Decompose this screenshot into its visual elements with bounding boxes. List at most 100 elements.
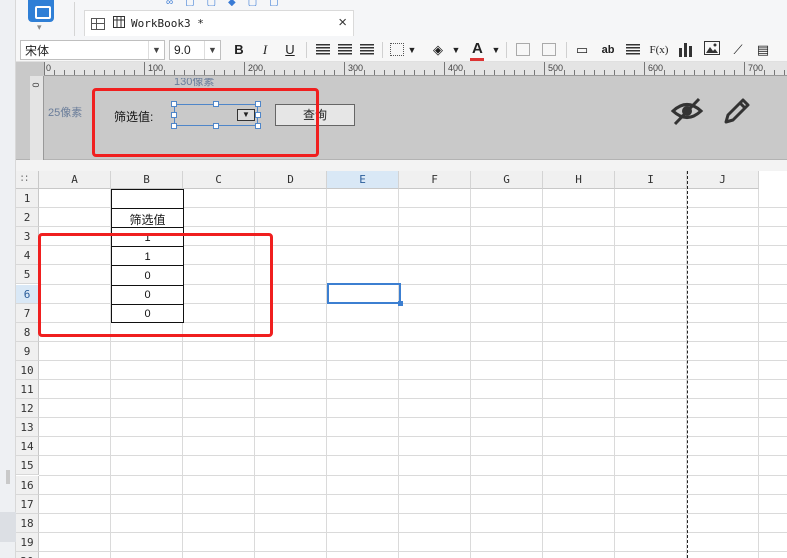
grid-row-line [39,531,787,533]
merge-cells-icon[interactable] [516,43,530,56]
splitter-handle[interactable] [6,470,10,484]
chevron-down-icon[interactable]: ▼ [491,41,501,59]
row-header-7[interactable]: 7 [16,303,39,323]
column-header-h[interactable]: H [543,171,615,189]
row-header-15[interactable]: 15 [16,456,39,476]
select-all-corner[interactable] [16,171,39,189]
chart-icon[interactable] [679,43,693,57]
row-header-12[interactable]: 12 [16,399,39,419]
border-icon[interactable] [390,43,404,56]
row-header-2[interactable]: 2 [16,208,39,228]
divider [382,42,383,58]
spreadsheet-grid[interactable]: ABCDEFGHIJ 12345678910111213141516171819… [16,171,787,558]
column-header-c[interactable]: C [183,171,255,189]
ruler-tick [494,70,495,75]
slash-icon[interactable]: ⟋ [730,41,746,59]
side-panel-tab[interactable] [0,512,16,542]
app-icon[interactable] [28,0,54,22]
workbook-icon [113,16,125,31]
row-header-14[interactable]: 14 [16,437,39,457]
ruler-tick [84,70,85,75]
ruler-tick [414,70,415,75]
ruler-tick [364,70,365,75]
column-header-e[interactable]: E [327,171,399,189]
image-icon[interactable] [704,41,720,59]
row-header-16[interactable]: 16 [16,475,39,495]
italic-button[interactable]: I [258,41,272,59]
align-center-icon[interactable] [338,44,352,56]
ruler-tick [134,70,135,75]
column-header-b[interactable]: B [111,171,183,189]
grid-row-line [39,398,787,400]
ruler-tick [434,70,435,75]
grid-row-line [39,493,787,495]
font-family-select[interactable]: 宋体 ▼ [20,40,165,60]
formula-button[interactable]: F(x) [648,41,670,59]
row-header-10[interactable]: 10 [16,360,39,380]
cell-b2[interactable]: 筛选值 [111,211,184,228]
sheet-icon[interactable]: ▤ [756,41,770,59]
quick-access-icons[interactable]: ∞▢▢◆▢▢ [166,0,291,6]
text-widget-button[interactable]: ab [598,41,618,59]
row-header-5[interactable]: 5 [16,265,39,285]
chevron-down-icon[interactable]: ▼ [407,41,417,59]
column-header-j[interactable]: J [687,171,759,189]
fill-color-icon[interactable]: ◈ [430,41,446,59]
eye-off-icon[interactable] [670,94,704,128]
column-header-a[interactable]: A [39,171,111,189]
ruler-tick [654,70,655,75]
column-header-g[interactable]: G [471,171,543,189]
ruler-tick [664,70,665,75]
row-header-17[interactable]: 17 [16,494,39,514]
ruler-tick [204,70,205,75]
font-color-icon[interactable]: A [470,40,484,61]
row-header-8[interactable]: 8 [16,322,39,342]
bold-button[interactable]: B [232,41,246,59]
chevron-down-icon[interactable]: ▼ [148,41,164,59]
ruler-tick [304,70,305,75]
align-right-icon[interactable] [360,44,374,56]
pencil-icon[interactable] [720,94,754,128]
ruler-tick [314,70,315,75]
title-area: ▾ ∞▢▢◆▢▢ WorkBook3 * × [16,0,787,40]
ruler-tick [614,70,615,75]
ruler-tick [514,70,515,75]
row-header-4[interactable]: 4 [16,246,39,266]
ruler-tick [564,70,565,75]
ruler-tick [234,70,235,75]
underline-button[interactable]: U [283,41,297,59]
column-header-i[interactable]: I [615,171,687,189]
row-header-18[interactable]: 18 [16,513,39,533]
ruler-label: 200 [248,63,264,73]
row-header-9[interactable]: 9 [16,341,39,361]
column-header-f[interactable]: F [399,171,471,189]
textbox-icon[interactable]: ▭ [574,41,590,59]
column-header-d[interactable]: D [255,171,327,189]
ruler-tick [394,70,395,75]
align-left-icon[interactable] [316,44,330,56]
row-header-13[interactable]: 13 [16,418,39,438]
divider [566,42,567,58]
selected-cell-e6[interactable] [327,283,403,306]
font-size-select[interactable]: 9.0 ▼ [169,40,221,60]
grid-row-line [39,474,787,476]
format-toolbar: 宋体 ▼ 9.0 ▼ B I U ▼ ◈ ▼ A ▼ ▭ ab F(x) ⟋ ▤ [16,40,787,62]
row-header-6[interactable]: 6 [16,284,39,304]
close-icon[interactable]: × [338,14,347,31]
row-header-1[interactable]: 1 [16,189,39,209]
horizontal-ruler: 0 100 200 300 400 500 600 700 [44,62,787,76]
app-menu-chevron-icon[interactable]: ▾ [37,22,42,33]
row-header-3[interactable]: 3 [16,227,39,247]
ruler-tick [764,70,765,75]
ruler-tick [624,70,625,75]
row-header-11[interactable]: 11 [16,380,39,400]
row-header-20[interactable]: 20 [16,551,39,558]
split-cells-icon[interactable] [542,43,556,56]
chevron-down-icon[interactable]: ▼ [451,41,461,59]
ruler-tick [734,70,735,75]
paragraph-icon[interactable] [626,44,640,56]
chevron-down-icon[interactable]: ▼ [204,41,220,59]
row-header-19[interactable]: 19 [16,532,39,552]
tab-workbook3[interactable]: WorkBook3 * × [84,10,354,36]
ruler-tick [784,70,785,75]
